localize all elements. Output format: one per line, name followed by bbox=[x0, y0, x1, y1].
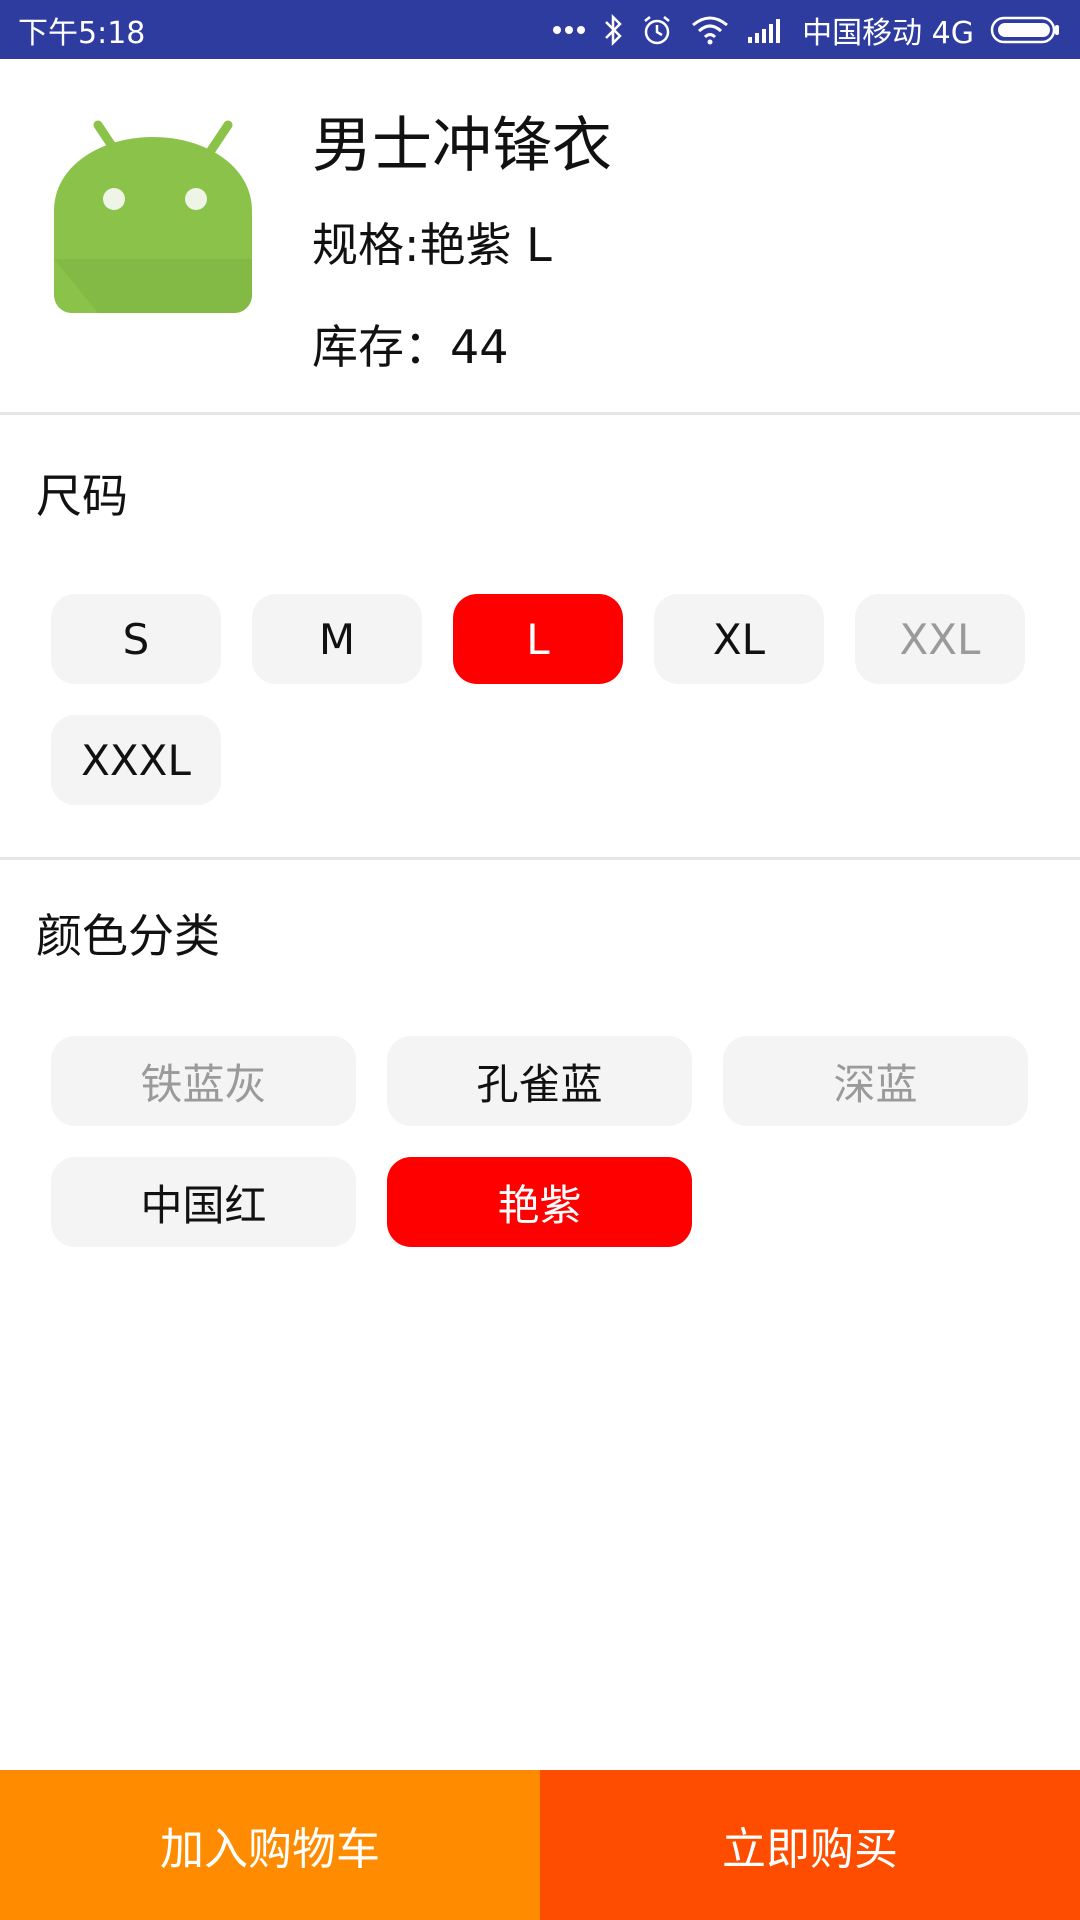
product-stock: 库存：44 bbox=[312, 320, 509, 374]
buy-now-button[interactable]: 立即购买 bbox=[540, 1770, 1080, 1920]
product-spec: 规格:艳紫 L bbox=[312, 218, 552, 272]
carrier-label: 中国移动 4G bbox=[802, 15, 974, 51]
size-section-title: 尺码 bbox=[36, 469, 128, 523]
product-title: 男士冲锋衣 bbox=[312, 111, 612, 181]
wifi-icon bbox=[690, 10, 730, 50]
size-option-xl[interactable]: XL bbox=[654, 594, 824, 684]
battery-icon bbox=[990, 10, 1062, 50]
product-header: 男士冲锋衣 规格:艳紫 L 库存：44 bbox=[0, 59, 1080, 415]
color-option-peacock-blue[interactable]: 孔雀蓝 bbox=[387, 1036, 692, 1126]
color-option-bright-purple[interactable]: 艳紫 bbox=[387, 1157, 692, 1247]
size-option-l[interactable]: L bbox=[453, 594, 623, 684]
status-bar: 下午5:18 中国移动 4G bbox=[0, 0, 1080, 59]
section-divider bbox=[0, 857, 1080, 860]
android-robot-icon bbox=[50, 109, 260, 319]
bottom-action-bar: 加入购物车 立即购买 bbox=[0, 1770, 1080, 1920]
size-option-xxl[interactable]: XXL bbox=[855, 594, 1025, 684]
alarm-icon bbox=[640, 10, 674, 50]
color-option-iron-blue-gray[interactable]: 铁蓝灰 bbox=[51, 1036, 356, 1126]
signal-icon bbox=[746, 10, 786, 50]
size-option-m[interactable]: M bbox=[252, 594, 422, 684]
more-dots-icon bbox=[552, 10, 586, 50]
size-option-xxxl[interactable]: XXXL bbox=[51, 715, 221, 805]
bluetooth-icon bbox=[602, 10, 624, 50]
add-to-cart-button[interactable]: 加入购物车 bbox=[0, 1770, 540, 1920]
status-icons: 中国移动 4G bbox=[552, 8, 1062, 52]
status-time: 下午5:18 bbox=[18, 15, 146, 51]
color-option-dark-blue[interactable]: 深蓝 bbox=[723, 1036, 1028, 1126]
color-section-title: 颜色分类 bbox=[36, 909, 220, 963]
color-option-china-red[interactable]: 中国红 bbox=[51, 1157, 356, 1247]
size-option-s[interactable]: S bbox=[51, 594, 221, 684]
